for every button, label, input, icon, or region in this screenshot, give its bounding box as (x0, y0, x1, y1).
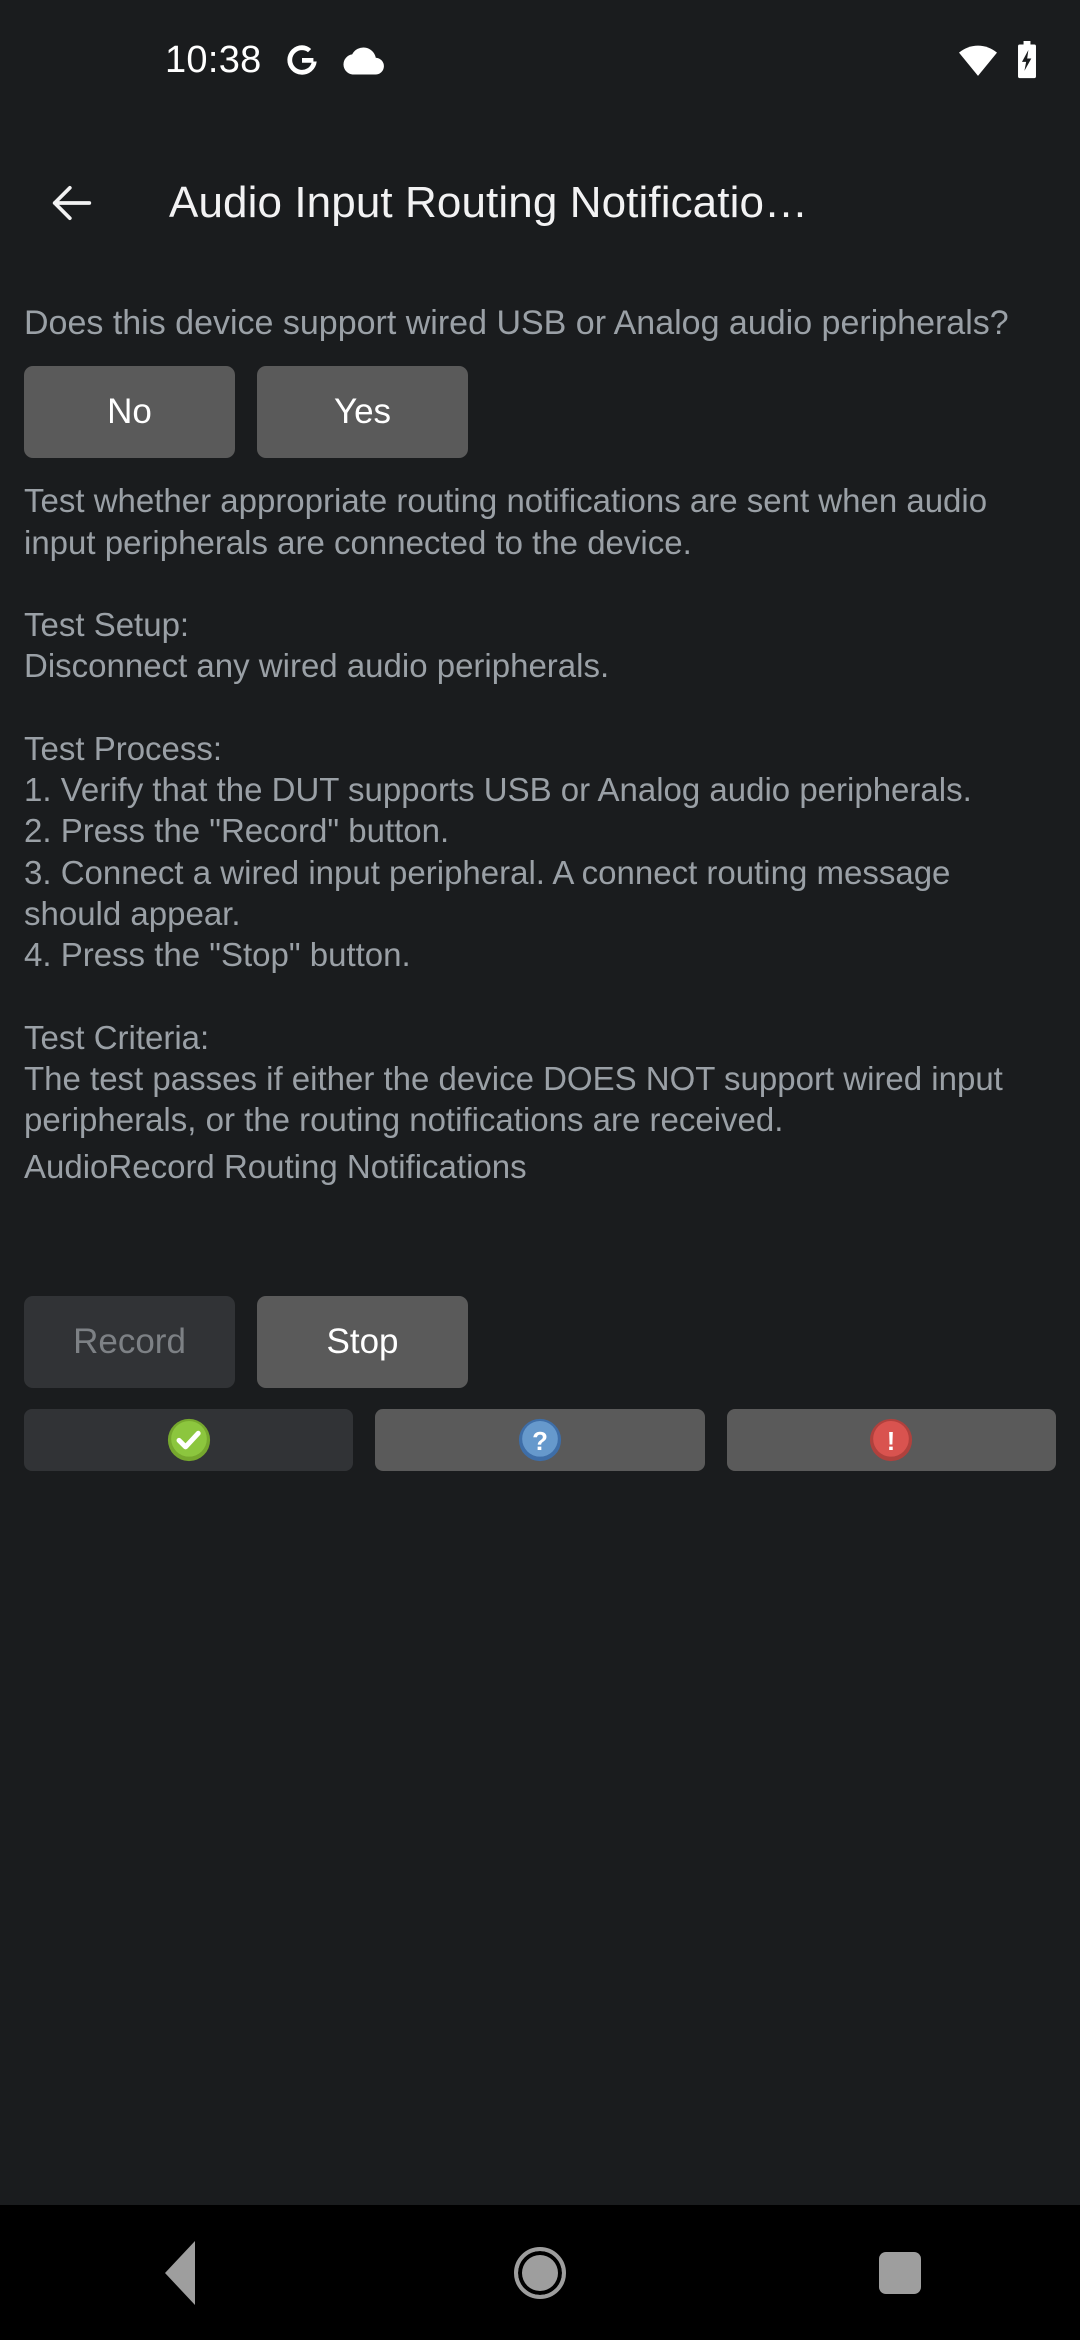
navigation-bar (0, 2205, 1080, 2340)
no-button[interactable]: No (24, 366, 235, 459)
status-clock: 10:38 (165, 39, 262, 81)
fail-exclamation-icon: ! (870, 1418, 913, 1461)
yes-button[interactable]: Yes (257, 366, 468, 459)
test-instructions: Test whether appropriate routing notific… (24, 482, 1003, 1139)
pass-button[interactable] (24, 1408, 354, 1471)
fail-button[interactable]: ! (726, 1408, 1056, 1471)
info-button[interactable]: ? (375, 1408, 705, 1471)
pass-check-icon (167, 1418, 210, 1461)
cloud-icon (343, 47, 384, 75)
info-question-icon: ? (518, 1418, 562, 1461)
support-question-label: Does this device support wired USB or An… (24, 304, 1009, 342)
wifi-icon (959, 45, 997, 76)
circle-home-icon (514, 2246, 566, 2299)
svg-text:?: ? (532, 1427, 548, 1455)
nav-recents-button[interactable] (810, 2205, 990, 2340)
app-bar: Audio Input Routing Notificatio… (0, 120, 1080, 285)
answer-button-row: No Yes (24, 366, 1056, 459)
record-button[interactable]: Record (24, 1295, 235, 1388)
nav-back-button[interactable] (90, 2205, 270, 2340)
square-recents-icon (879, 2251, 921, 2294)
transport-button-row: Record Stop (24, 1295, 1056, 1388)
page-title: Audio Input Routing Notificatio… (169, 177, 809, 227)
battery-charging-icon (1018, 41, 1036, 79)
verdict-button-row: ? ! (24, 1408, 1056, 1471)
test-status-line: AudioRecord Routing Notifications (24, 1148, 527, 1186)
google-g-icon (286, 45, 317, 75)
status-bar-left: 10:38 (165, 41, 384, 79)
phone-screen: 10:38 Audio Input Routing Notificatio… D… (0, 0, 1080, 2340)
triangle-back-icon (165, 2240, 195, 2305)
stop-button[interactable]: Stop (257, 1295, 468, 1388)
status-bar: 10:38 (0, 0, 1080, 120)
back-arrow-icon[interactable] (46, 177, 98, 229)
nav-home-button[interactable] (450, 2205, 630, 2340)
svg-text:!: ! (887, 1427, 896, 1455)
status-bar-right (958, 41, 1040, 79)
main-content: Does this device support wired USB or An… (0, 285, 1080, 2205)
